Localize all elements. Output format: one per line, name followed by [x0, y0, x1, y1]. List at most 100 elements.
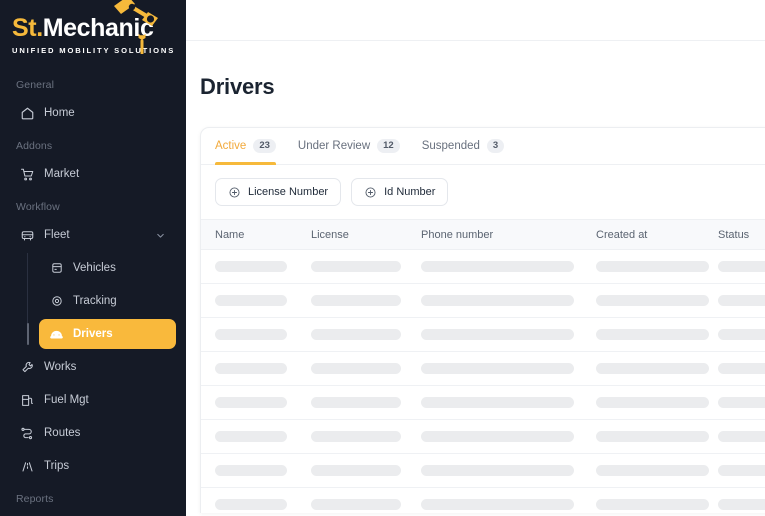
logo-text-st: St.	[12, 13, 43, 42]
logo-tagline: UNIFIED MOBILITY SOLUTIONS	[12, 45, 176, 55]
wrench-icon	[20, 360, 35, 375]
table-cell-created-at	[582, 487, 709, 513]
bus-icon	[20, 228, 35, 243]
skeleton-placeholder	[311, 363, 401, 374]
table-cell-created-at	[582, 351, 709, 386]
table-cell-phone-number	[407, 249, 582, 284]
table-row[interactable]	[201, 351, 765, 386]
table-row[interactable]	[201, 453, 765, 488]
table-cell-license	[297, 487, 407, 513]
table-row[interactable]	[201, 283, 765, 318]
drivers-card: Active 23 Under Review 12 Suspended 3 Li…	[200, 127, 765, 513]
sidebar-item-fuel-mgt[interactable]: Fuel Mgt	[10, 385, 176, 415]
sidebar: St. Mechanic UNIFIED MOBILITY SOLUTIONS …	[0, 0, 186, 516]
plus-circle-icon	[228, 186, 241, 199]
sidebar-section-workflow: Workflow	[16, 201, 60, 213]
chevron-down-icon[interactable]	[155, 230, 166, 241]
wrench-letter-i-icon	[138, 33, 146, 54]
table-cell-phone-number	[407, 385, 582, 420]
table-row[interactable]	[201, 317, 765, 352]
sidebar-item-drivers[interactable]: Drivers	[27, 319, 176, 349]
sidebar-item-label: Trips	[44, 460, 70, 472]
skeleton-placeholder	[718, 295, 765, 306]
table-cell-created-at	[582, 453, 709, 488]
sidebar-item-label: Tracking	[73, 295, 117, 307]
sidebar-item-label: Market	[44, 168, 80, 180]
table-cell-created-at	[582, 249, 709, 284]
table-cell-status	[704, 351, 765, 386]
skeleton-placeholder	[421, 397, 574, 408]
tab-active[interactable]: Active 23	[215, 128, 276, 165]
drivers-table: Name License Phone number Created at Sta…	[201, 219, 765, 513]
table-row[interactable]	[201, 419, 765, 454]
skeleton-placeholder	[215, 329, 287, 340]
table-cell-phone-number	[407, 283, 582, 318]
table-cell-name	[201, 453, 297, 488]
sidebar-item-home[interactable]: Home	[10, 98, 176, 128]
tab-count-badge: 3	[486, 138, 505, 154]
sidebar-section-addons: Addons	[16, 140, 53, 152]
sidebar-item-label: Vehicles	[73, 262, 116, 274]
table-cell-created-at	[582, 283, 709, 318]
skeleton-placeholder	[718, 499, 765, 510]
column-header-name[interactable]: Name	[201, 219, 297, 250]
skeleton-placeholder	[421, 261, 574, 272]
sidebar-item-fleet[interactable]: Fleet	[10, 220, 176, 250]
table-row[interactable]	[201, 487, 765, 513]
skeleton-placeholder	[215, 465, 287, 476]
table-cell-created-at	[582, 385, 709, 420]
table-cell-license	[297, 249, 407, 284]
sidebar-item-tracking[interactable]: Tracking	[39, 286, 176, 316]
page-content: Drivers Active 23 Under Review 12 Suspen…	[186, 41, 765, 516]
skeleton-placeholder	[421, 431, 574, 442]
table-cell-status	[704, 317, 765, 352]
filter-id-number-button[interactable]: Id Number	[351, 178, 449, 206]
plus-circle-icon	[364, 186, 377, 199]
tab-label: Active	[215, 140, 247, 152]
sidebar-item-label: Fuel Mgt	[44, 394, 89, 406]
tab-count-badge: 12	[377, 138, 400, 154]
table-cell-status	[704, 283, 765, 318]
sidebar-item-market[interactable]: Market	[10, 159, 176, 189]
skeleton-placeholder	[596, 499, 709, 510]
table-cell-status	[704, 385, 765, 420]
column-header-phone-number[interactable]: Phone number	[407, 219, 582, 250]
skeleton-placeholder	[311, 329, 401, 340]
sidebar-item-label: Drivers	[73, 328, 113, 340]
sidebar-item-routes[interactable]: Routes	[10, 418, 176, 448]
table-cell-status	[704, 453, 765, 488]
skeleton-placeholder	[311, 465, 401, 476]
filter-license-number-button[interactable]: License Number	[215, 178, 342, 206]
table-cell-created-at	[582, 317, 709, 352]
table-cell-name	[201, 317, 297, 352]
tab-suspended[interactable]: Suspended 3	[422, 128, 505, 165]
table-cell-name	[201, 419, 297, 454]
sidebar-item-vehicles[interactable]: Vehicles	[39, 253, 176, 283]
brand-logo[interactable]: St. Mechanic UNIFIED MOBILITY SOLUTIONS	[0, 0, 186, 70]
filter-button-label: Id Number	[384, 186, 436, 198]
sidebar-section-general: General	[16, 79, 55, 91]
skeleton-placeholder	[596, 329, 709, 340]
sidebar-item-label: Routes	[44, 427, 81, 439]
skeleton-placeholder	[215, 431, 287, 442]
table-cell-license	[297, 283, 407, 318]
sidebar-item-trips[interactable]: Trips	[10, 451, 176, 481]
table-row[interactable]	[201, 249, 765, 284]
skeleton-placeholder	[421, 295, 574, 306]
table-cell-license	[297, 419, 407, 454]
tab-under-review[interactable]: Under Review 12	[298, 128, 400, 165]
column-header-created-at[interactable]: Created at	[582, 219, 704, 250]
skeleton-placeholder	[421, 499, 574, 510]
table-cell-name	[201, 385, 297, 420]
column-header-status[interactable]: Status	[704, 219, 765, 250]
table-row[interactable]	[201, 385, 765, 420]
sidebar-item-works[interactable]: Works	[10, 352, 176, 382]
tab-label: Under Review	[297, 140, 371, 152]
table-cell-status	[704, 487, 765, 513]
table-cell-name	[201, 487, 297, 513]
table-cell-phone-number	[407, 453, 582, 488]
column-header-license[interactable]: License	[297, 219, 407, 250]
table-cell-phone-number	[407, 419, 582, 454]
skeleton-placeholder	[311, 261, 401, 272]
vehicle-icon	[49, 261, 64, 276]
